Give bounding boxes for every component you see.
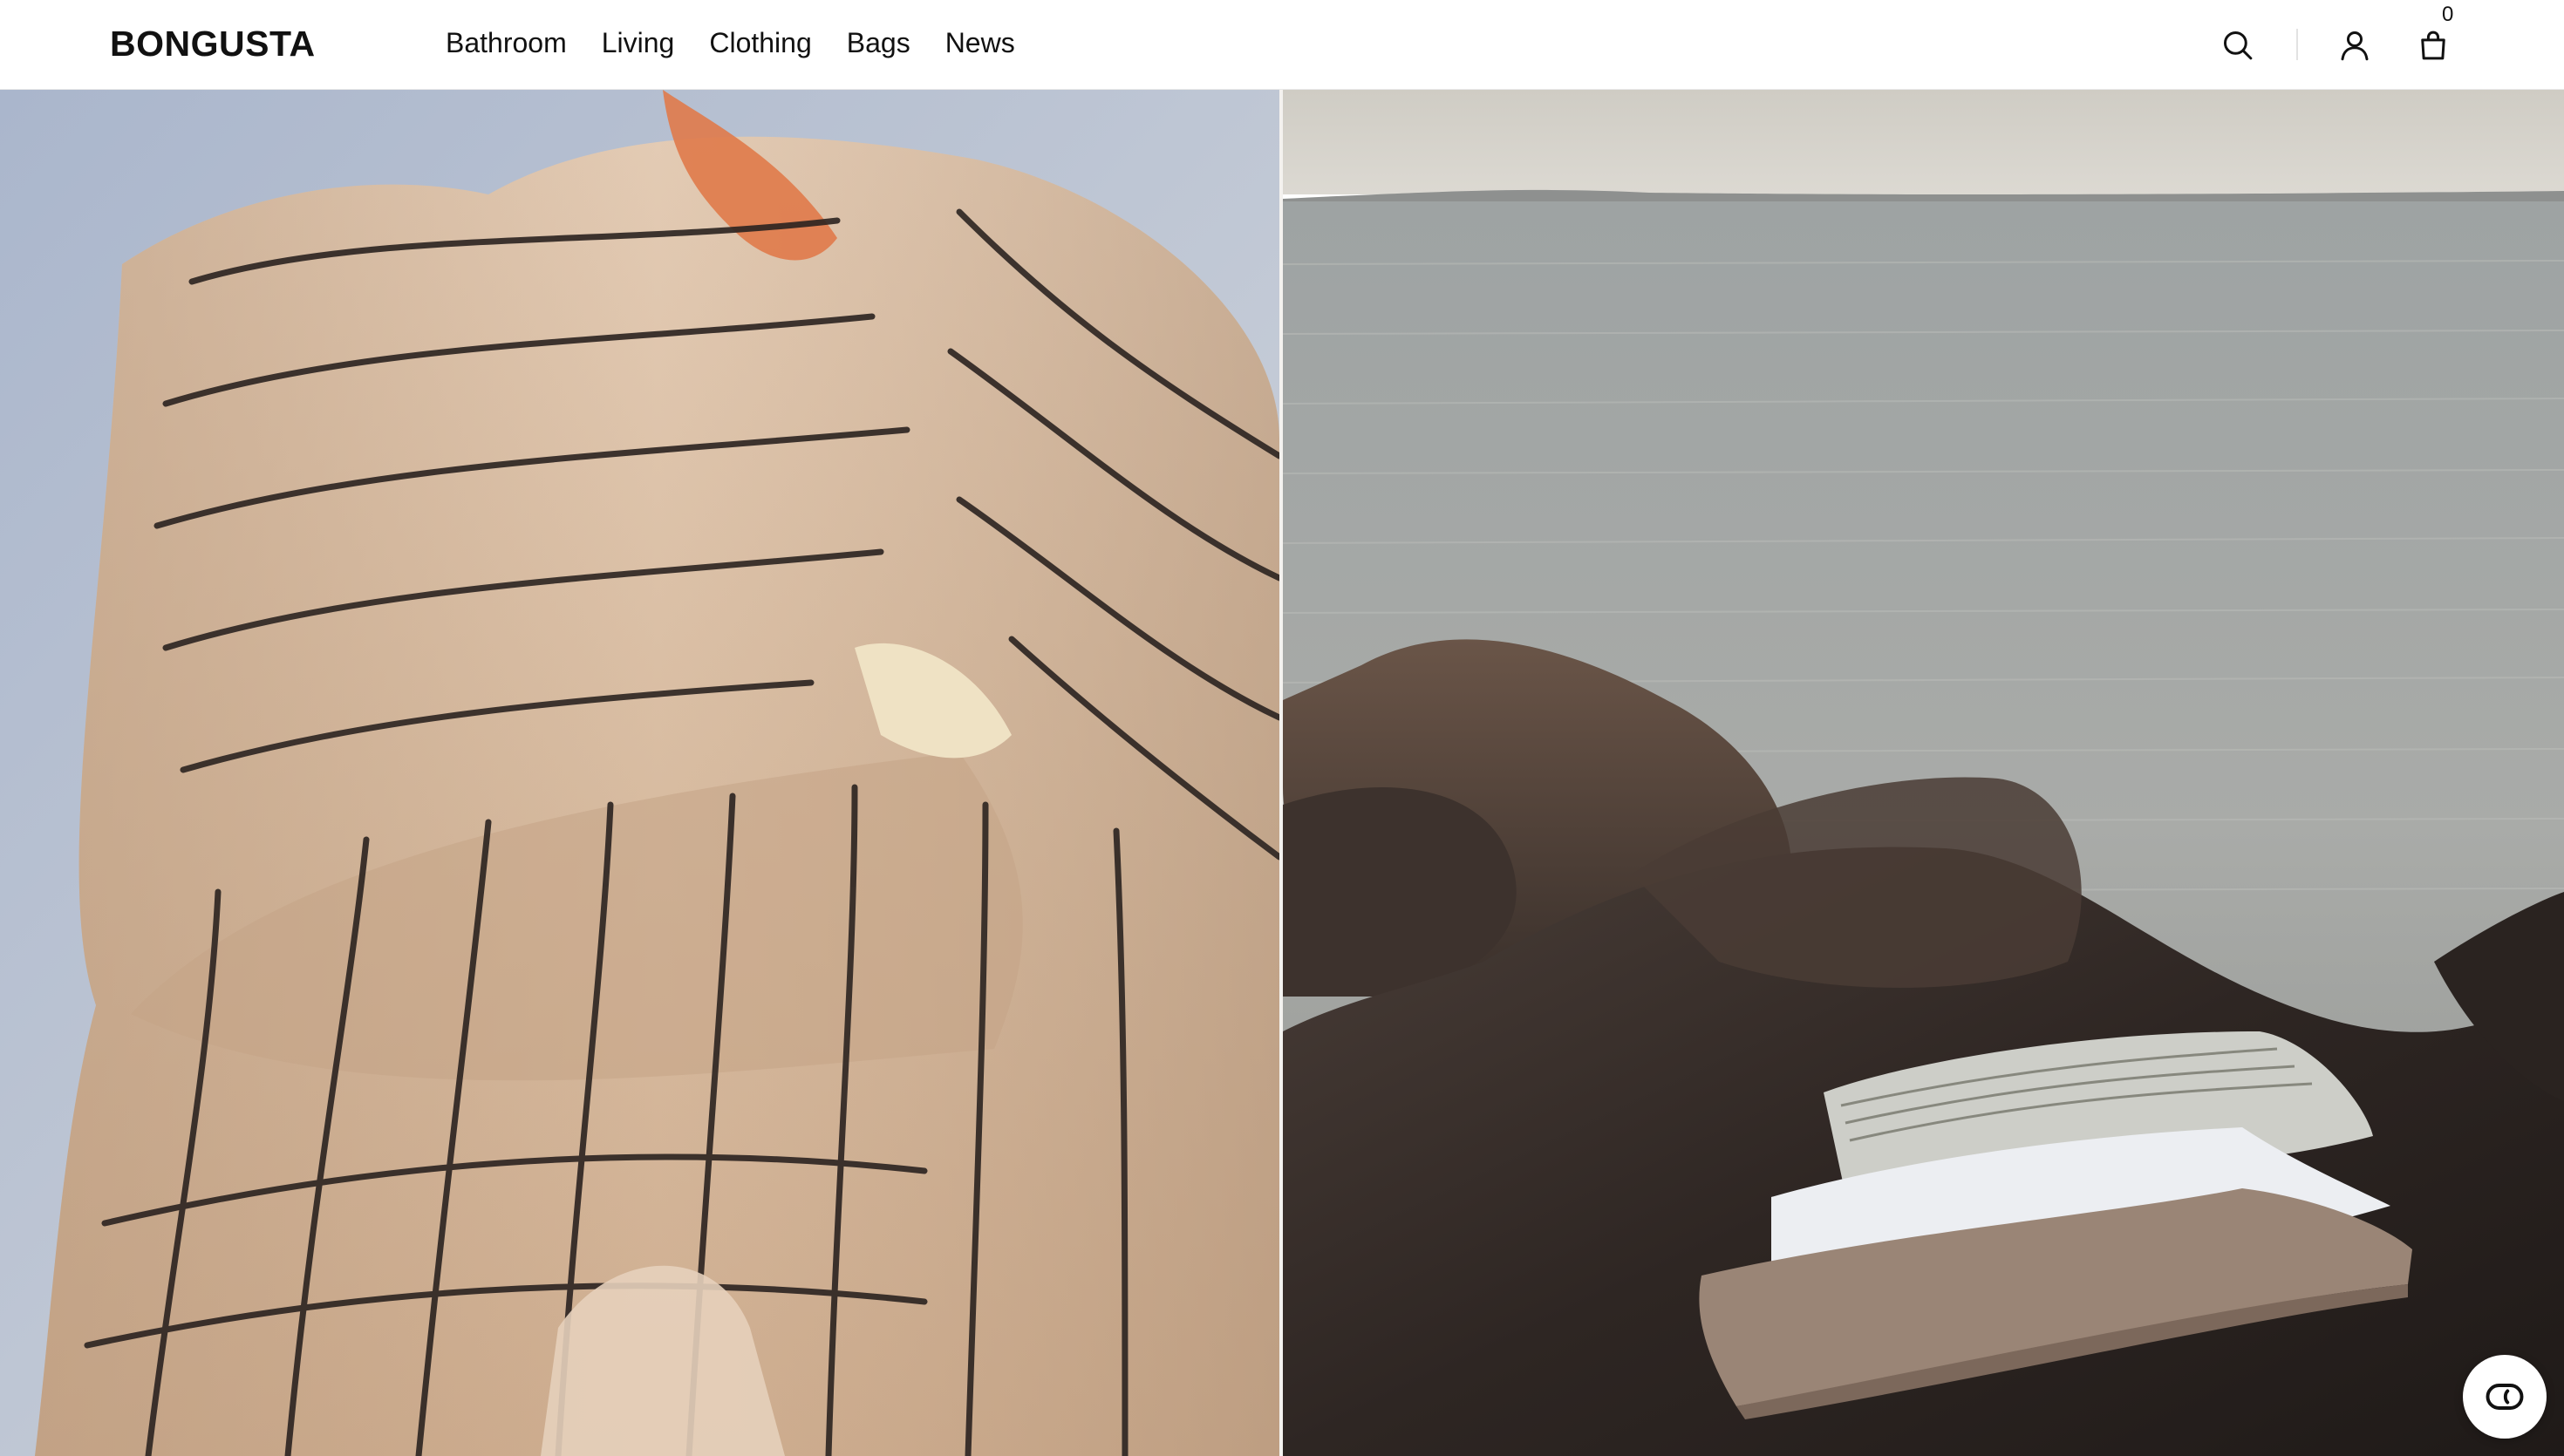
striped-bathrobe-photo — [0, 90, 1279, 1456]
nav-item-living[interactable]: Living — [602, 23, 675, 63]
header-divider — [2296, 29, 2298, 60]
search-button[interactable] — [2213, 21, 2262, 70]
shopping-bag-icon — [2421, 31, 2445, 60]
hero-image-blankets[interactable] — [1283, 90, 2564, 1456]
blankets-on-rocks-by-sea-photo — [1283, 90, 2564, 1456]
site-header: BONGUSTA Bathroom Living Clothing Bags N… — [0, 0, 2564, 90]
nav-item-bags[interactable]: Bags — [847, 23, 910, 63]
main-nav: Bathroom Living Clothing Bags News — [446, 23, 1015, 63]
user-icon — [2341, 31, 2369, 61]
account-button[interactable] — [2330, 21, 2379, 70]
hero-section — [0, 90, 2564, 1456]
chat-widget-icon — [2486, 1384, 2524, 1410]
nav-item-bathroom[interactable]: Bathroom — [446, 23, 567, 63]
nav-item-news[interactable]: News — [945, 23, 1015, 63]
hero-image-bathrobe[interactable] — [0, 90, 1279, 1456]
nav-item-clothing[interactable]: Clothing — [709, 23, 811, 63]
brand-logo[interactable]: BONGUSTA — [110, 21, 316, 66]
cart-button[interactable] — [2409, 21, 2458, 70]
chat-widget-button[interactable] — [2463, 1355, 2547, 1439]
cart-count-badge: 0 — [2442, 3, 2454, 26]
search-icon — [2223, 31, 2253, 60]
